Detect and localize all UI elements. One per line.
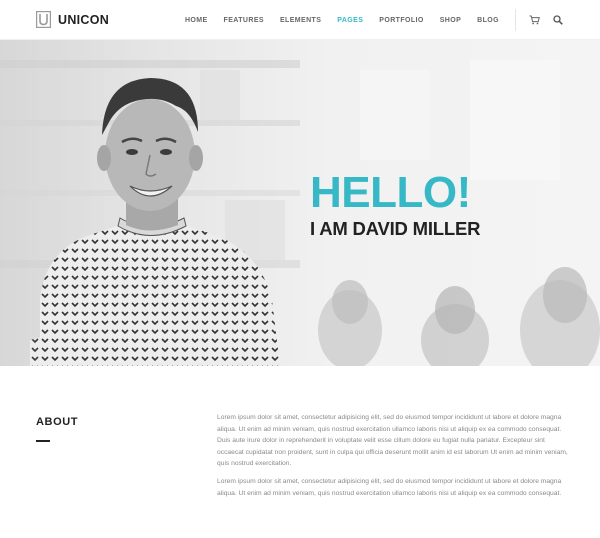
- nav-item-home[interactable]: HOME: [185, 17, 208, 24]
- nav-item-blog[interactable]: BLOG: [477, 17, 499, 24]
- search-icon[interactable]: [552, 14, 564, 26]
- nav-item-pages[interactable]: PAGES: [337, 17, 363, 24]
- brand-logo[interactable]: UNICON: [36, 11, 109, 28]
- about-body: Lorem ipsum dolor sit amet, consectetur …: [217, 412, 570, 505]
- about-paragraph-1: Lorem ipsum dolor sit amet, consectetur …: [217, 414, 568, 468]
- about-section: ABOUT Lorem ipsum dolor sit amet, consec…: [0, 366, 600, 538]
- hero-portrait-image: [30, 78, 280, 366]
- nav-item-features[interactable]: FEATURES: [224, 17, 264, 24]
- brand-name: UNICON: [58, 12, 110, 27]
- hero-headline: HELLO!: [310, 168, 471, 217]
- nav-item-shop[interactable]: SHOP: [440, 17, 461, 24]
- hero-text-block: HELLO! I AM DAVID MILLER: [310, 171, 480, 240]
- cart-icon[interactable]: [528, 14, 540, 26]
- site-header: UNICON HOME FEATURES ELEMENTS PAGES PORT…: [0, 0, 600, 40]
- nav-divider: [515, 9, 516, 31]
- nav-item-portfolio[interactable]: PORTFOLIO: [379, 17, 423, 24]
- nav-item-elements[interactable]: ELEMENTS: [280, 17, 321, 24]
- main-nav: HOME FEATURES ELEMENTS PAGES PORTFOLIO S…: [169, 0, 564, 40]
- about-heading-underline: [36, 440, 50, 442]
- about-heading: ABOUT: [36, 416, 79, 428]
- hero-section: HELLO! I AM DAVID MILLER: [0, 40, 600, 366]
- hero-subheadline: I AM DAVID MILLER: [310, 218, 481, 239]
- about-paragraph-2: Lorem ipsum dolor sit amet, consectetur …: [217, 477, 562, 497]
- logo-icon: [36, 11, 51, 28]
